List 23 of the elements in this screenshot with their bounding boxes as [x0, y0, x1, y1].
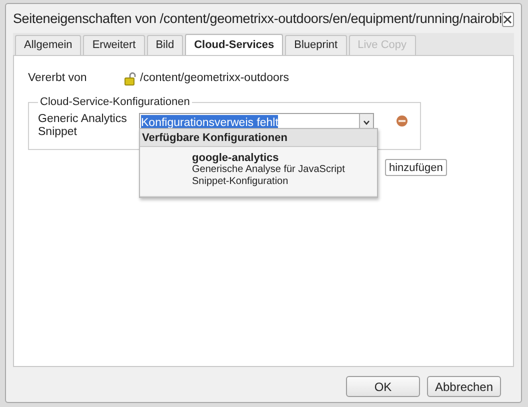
remove-icon[interactable]	[396, 114, 408, 126]
combo-value: Konfigurationsverweis fehlt	[141, 114, 278, 130]
lock-icon	[124, 72, 138, 86]
dialog-button[interactable]: Abbrechen	[427, 376, 501, 397]
tab[interactable]: Erweitert	[83, 35, 145, 55]
tab[interactable]: Bild	[146, 35, 184, 55]
dropdown-header: Verfügbare Konfigurationen	[140, 129, 377, 147]
tab[interactable]: Cloud-Services	[185, 34, 284, 55]
dialog-button[interactable]: OK	[346, 376, 420, 397]
window-title: Seiteneigenschaften von /content/geometrixx-outdoors/en/equipment/running/nairobi	[13, 10, 502, 28]
add-button[interactable]: hinzufügen	[385, 159, 447, 176]
field-label: Generic Analytics Snippet	[38, 112, 128, 138]
item-name: google-analytics	[192, 152, 280, 164]
inherited-label: Vererbt von	[28, 71, 88, 86]
tab[interactable]: Blueprint	[285, 35, 347, 55]
fieldset-legend: Cloud-Service-Konfigurationen	[38, 94, 192, 110]
item-description: Generische Analyse für JavaScript Snippet-Konfiguration	[192, 164, 346, 188]
close-icon	[503, 14, 512, 24]
chevron-down-icon	[363, 120, 370, 124]
tab[interactable]: Allgemein	[15, 35, 82, 55]
close-button[interactable]	[502, 12, 514, 26]
dropdown-item[interactable]: google-analytics Generische Analyse für JavaScript Snippet-Konfiguration	[140, 147, 377, 197]
inherited-path: /content/geometrixx-outdoors	[140, 71, 289, 86]
